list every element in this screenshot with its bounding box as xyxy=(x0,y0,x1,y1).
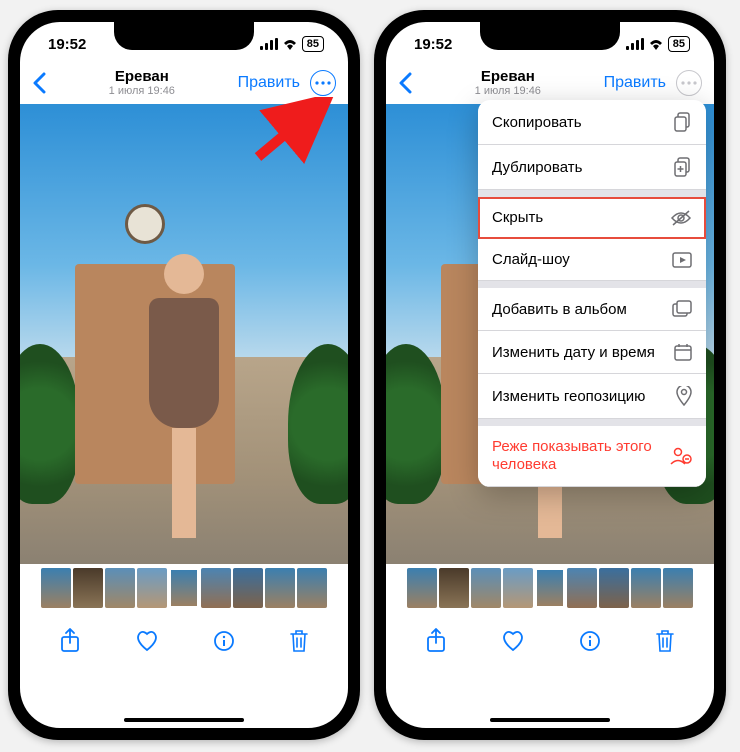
calendar-icon xyxy=(674,343,692,361)
thumbnail[interactable] xyxy=(297,568,327,608)
menu-label: Изменить геопозицию xyxy=(492,388,645,405)
menu-item-edit-geo[interactable]: Изменить геопозицию xyxy=(478,374,706,419)
edit-button[interactable]: Править xyxy=(604,74,666,92)
more-options-button[interactable] xyxy=(310,70,336,96)
notch xyxy=(114,22,254,50)
thumbnail[interactable] xyxy=(439,568,469,608)
nav-bar: Ереван 1 июля 19:46 Править xyxy=(386,66,714,104)
nav-title-block: Ереван 1 июля 19:46 xyxy=(109,68,175,98)
status-right: 85 xyxy=(260,36,324,52)
battery-level: 85 xyxy=(668,36,690,52)
photo-decoration xyxy=(386,344,446,504)
menu-item-copy[interactable]: Скопировать xyxy=(478,100,706,145)
thumbnail[interactable] xyxy=(105,568,135,608)
info-icon[interactable] xyxy=(213,630,235,652)
menu-item-add-album[interactable]: Добавить в альбом xyxy=(478,288,706,331)
heart-icon[interactable] xyxy=(501,630,525,652)
map-pin-icon xyxy=(676,386,692,406)
trash-icon[interactable] xyxy=(655,629,675,653)
nav-bar: Ереван 1 июля 19:46 Править xyxy=(20,66,348,104)
thumbnail[interactable] xyxy=(201,568,231,608)
context-menu: Скопировать Дублировать Скрыть Слайд-шоу… xyxy=(478,100,706,487)
notch xyxy=(480,22,620,50)
menu-label: Реже показывать этого человека xyxy=(492,438,660,474)
photo-decoration xyxy=(20,344,80,504)
menu-item-hide[interactable]: Скрыть xyxy=(478,197,706,239)
screen-right: 19:52 85 Ереван 1 июля 19:46 Править xyxy=(386,22,714,728)
signal-icon xyxy=(260,38,278,50)
thumbnail[interactable] xyxy=(265,568,295,608)
back-button[interactable] xyxy=(32,72,46,94)
photo-decoration xyxy=(288,344,348,504)
photo-date-subtitle: 1 июля 19:46 xyxy=(109,85,175,98)
menu-item-slideshow[interactable]: Слайд-шоу xyxy=(478,239,706,281)
person-minus-icon xyxy=(670,447,692,465)
menu-label: Изменить дату и время xyxy=(492,344,655,361)
menu-label: Скопировать xyxy=(492,114,582,131)
play-rect-icon xyxy=(672,252,692,268)
thumbnail[interactable] xyxy=(567,568,597,608)
status-time: 19:52 xyxy=(48,36,86,53)
thumbnail[interactable] xyxy=(233,568,263,608)
more-options-button[interactable] xyxy=(676,70,702,96)
bottom-toolbar xyxy=(386,612,714,678)
menu-item-feature-less[interactable]: Реже показывать этого человека xyxy=(478,426,706,487)
nav-title-block: Ереван 1 июля 19:46 xyxy=(475,68,541,98)
copy-icon xyxy=(674,112,692,132)
thumbnail-current[interactable] xyxy=(169,568,199,608)
menu-divider xyxy=(478,190,706,197)
home-indicator[interactable] xyxy=(124,718,244,722)
photo-viewport[interactable] xyxy=(20,104,348,564)
bottom-toolbar xyxy=(20,612,348,678)
info-icon[interactable] xyxy=(579,630,601,652)
photo-location-title: Ереван xyxy=(109,68,175,85)
thumbnail[interactable] xyxy=(471,568,501,608)
thumbnail[interactable] xyxy=(503,568,533,608)
trash-icon[interactable] xyxy=(289,629,309,653)
iphone-frame-left: 19:52 85 Ереван 1 июля 19:46 Править xyxy=(8,10,360,740)
photo-subject xyxy=(139,254,229,554)
thumbnail[interactable] xyxy=(599,568,629,608)
share-icon[interactable] xyxy=(425,628,447,654)
eye-slash-icon xyxy=(670,210,692,226)
thumbnail-strip[interactable] xyxy=(386,564,714,612)
menu-divider xyxy=(478,419,706,426)
thumbnail[interactable] xyxy=(41,568,71,608)
heart-icon[interactable] xyxy=(135,630,159,652)
photo-location-title: Ереван xyxy=(475,68,541,85)
thumbnail[interactable] xyxy=(137,568,167,608)
iphone-frame-right: 19:52 85 Ереван 1 июля 19:46 Править xyxy=(374,10,726,740)
thumbnail[interactable] xyxy=(407,568,437,608)
menu-divider xyxy=(478,281,706,288)
home-indicator[interactable] xyxy=(490,718,610,722)
signal-icon xyxy=(626,38,644,50)
status-right: 85 xyxy=(626,36,690,52)
photo-date-subtitle: 1 июля 19:46 xyxy=(475,85,541,98)
thumbnail[interactable] xyxy=(73,568,103,608)
screen-left: 19:52 85 Ереван 1 июля 19:46 Править xyxy=(20,22,348,728)
thumbnail-current[interactable] xyxy=(535,568,565,608)
menu-label: Дублировать xyxy=(492,159,582,176)
photo-decoration xyxy=(125,204,165,244)
thumbnail-strip[interactable] xyxy=(20,564,348,612)
edit-button[interactable]: Править xyxy=(238,74,300,92)
thumbnail[interactable] xyxy=(663,568,693,608)
menu-item-edit-date[interactable]: Изменить дату и время xyxy=(478,331,706,374)
wifi-icon xyxy=(648,38,664,50)
album-icon xyxy=(672,300,692,318)
battery-level: 85 xyxy=(302,36,324,52)
share-icon[interactable] xyxy=(59,628,81,654)
back-button[interactable] xyxy=(398,72,412,94)
menu-item-duplicate[interactable]: Дублировать xyxy=(478,145,706,190)
menu-label: Добавить в альбом xyxy=(492,301,627,318)
menu-label: Скрыть xyxy=(492,209,543,226)
thumbnail[interactable] xyxy=(631,568,661,608)
duplicate-icon xyxy=(674,157,692,177)
status-time: 19:52 xyxy=(414,36,452,53)
wifi-icon xyxy=(282,38,298,50)
menu-label: Слайд-шоу xyxy=(492,251,570,268)
